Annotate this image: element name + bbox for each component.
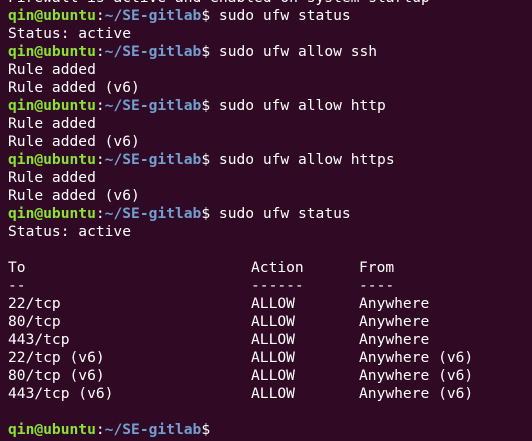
output-line: Rule added <box>8 115 532 133</box>
rule-to-cell: 443/tcp <box>8 331 70 348</box>
output-line: Status: active <box>8 223 532 241</box>
rule-from-cell: ---- <box>359 277 395 294</box>
output-text: Rule added (v6) <box>8 79 140 96</box>
command-text: sudo ufw status <box>210 7 351 24</box>
output-text: Rule added (v6) <box>8 187 140 204</box>
rule-to-cell: 80/tcp (v6) <box>8 367 105 384</box>
rule-to-cell: 22/tcp (v6) <box>8 349 105 366</box>
prompt-separator: : <box>95 43 105 60</box>
rule-table-row: 80/tcp ALLOW Anywhere <box>8 313 532 331</box>
output-text: Rule added <box>8 61 96 78</box>
command-line: qin@ubuntu:~/SE-gitlab$ sudo ufw allow h… <box>8 151 532 169</box>
prompt-symbol: $ <box>201 421 211 438</box>
prompt-separator: : <box>95 421 105 438</box>
output-line: Firewall is active and enabled on system… <box>8 0 532 7</box>
rule-action-cell: ALLOW <box>251 349 295 366</box>
command-line: qin@ubuntu:~/SE-gitlab$ sudo ufw allow h… <box>8 97 532 115</box>
command-line: qin@ubuntu:~/SE-gitlab$ sudo ufw status <box>8 7 532 25</box>
rule-from-cell: Anywhere <box>359 313 430 330</box>
command-text: sudo ufw allow http <box>210 97 386 114</box>
rule-table-row: 22/tcp ALLOW Anywhere <box>8 295 532 313</box>
prompt-user-host: qin@ubuntu <box>8 7 96 24</box>
command-line: qin@ubuntu:~/SE-gitlab$ sudo ufw allow s… <box>8 43 532 61</box>
output-text: Status: active <box>8 25 132 42</box>
prompt-path: ~/SE-gitlab <box>104 97 202 114</box>
rule-table-row: 443/tcp ALLOW Anywhere <box>8 331 532 349</box>
rule-action-cell: ALLOW <box>251 295 295 312</box>
rule-from-cell: Anywhere <box>359 331 430 348</box>
output-line: Rule added <box>8 169 532 187</box>
prompt-path: ~/SE-gitlab <box>104 7 202 24</box>
rule-from-cell: From <box>359 259 395 276</box>
prompt-separator: : <box>95 7 105 24</box>
output-text: Rule added <box>8 115 96 132</box>
rule-action-cell: ALLOW <box>251 331 295 348</box>
prompt-user-host: qin@ubuntu <box>8 151 96 168</box>
prompt-symbol: $ <box>201 7 211 24</box>
prompt-path: ~/SE-gitlab <box>104 421 202 438</box>
output-line: Rule added (v6) <box>8 187 532 205</box>
prompt-user-host: qin@ubuntu <box>8 205 96 222</box>
prompt-user-host: qin@ubuntu <box>8 43 96 60</box>
rule-from-cell: Anywhere (v6) <box>359 349 474 366</box>
output-text: Firewall is active and enabled on system… <box>8 0 430 6</box>
rule-table-row: To Action From <box>8 259 532 277</box>
output-text: Rule added <box>8 169 96 186</box>
rule-action-cell: ALLOW <box>251 367 295 384</box>
prompt-path: ~/SE-gitlab <box>104 43 202 60</box>
rule-to-cell: 443/tcp (v6) <box>8 385 114 402</box>
output-line: Rule added <box>8 61 532 79</box>
prompt-separator: : <box>95 205 105 222</box>
rule-to-cell: 22/tcp <box>8 295 61 312</box>
command-line: qin@ubuntu:~/SE-gitlab$ <box>8 421 532 439</box>
prompt-path: ~/SE-gitlab <box>104 205 202 222</box>
prompt-user-host: qin@ubuntu <box>8 97 96 114</box>
rule-from-cell: Anywhere <box>359 295 430 312</box>
command-line: qin@ubuntu:~/SE-gitlab$ sudo ufw status <box>8 205 532 223</box>
prompt-path: ~/SE-gitlab <box>104 151 202 168</box>
output-line: Rule added (v6) <box>8 79 532 97</box>
rule-action-cell: ALLOW <box>251 313 295 330</box>
output-text: Status: active <box>8 223 132 240</box>
prompt-user-host: qin@ubuntu <box>8 421 96 438</box>
rule-table-row: 22/tcp (v6) ALLOW Anywhere (v6) <box>8 349 532 367</box>
rule-action-cell: Action <box>251 259 304 276</box>
command-text: sudo ufw allow ssh <box>210 43 378 60</box>
command-text: sudo ufw allow https <box>210 151 395 168</box>
prompt-separator: : <box>95 97 105 114</box>
rule-from-cell: Anywhere (v6) <box>359 367 474 384</box>
prompt-symbol: $ <box>201 151 211 168</box>
rule-to-cell: To <box>8 259 26 276</box>
prompt-separator: : <box>95 151 105 168</box>
rule-table-row: 443/tcp (v6) ALLOW Anywhere (v6) <box>8 385 532 403</box>
output-line: Rule added (v6) <box>8 133 532 151</box>
prompt-symbol: $ <box>201 43 211 60</box>
command-text: sudo ufw status <box>210 205 351 222</box>
output-text: Rule added (v6) <box>8 133 140 150</box>
rule-action-cell: ------ <box>251 277 304 294</box>
rule-table-row: 80/tcp (v6) ALLOW Anywhere (v6) <box>8 367 532 385</box>
rule-action-cell: ALLOW <box>251 385 295 402</box>
prompt-symbol: $ <box>201 205 211 222</box>
rule-table-row: -- ------ ---- <box>8 277 532 295</box>
output-line: Status: active <box>8 25 532 43</box>
prompt-symbol: $ <box>201 97 211 114</box>
rule-to-cell: -- <box>8 277 26 294</box>
rule-from-cell: Anywhere (v6) <box>359 385 474 402</box>
terminal-output[interactable]: Firewall is active and enabled on system… <box>0 0 532 439</box>
rule-to-cell: 80/tcp <box>8 313 61 330</box>
